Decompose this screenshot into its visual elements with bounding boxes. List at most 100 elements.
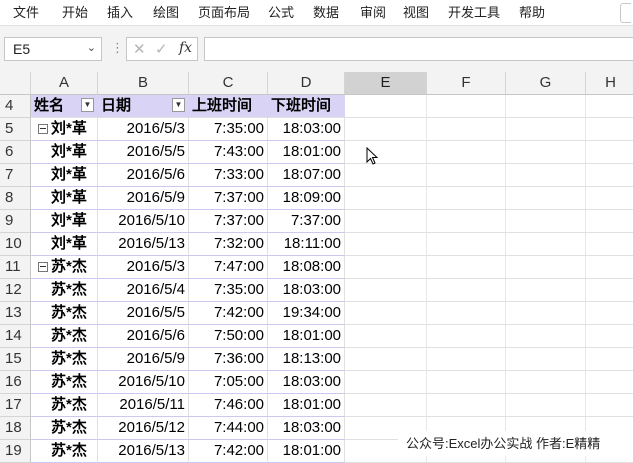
table-cell-name[interactable]: 苏*杰 [31,417,98,440]
cell-empty[interactable] [506,325,586,348]
cell-empty[interactable] [345,233,427,256]
select-all-corner[interactable] [0,72,31,95]
cell-empty[interactable] [345,187,427,210]
cell-empty[interactable] [427,187,506,210]
tab-formulas[interactable]: 公式 [268,0,294,25]
table-cell-date[interactable]: 2016/5/9 [98,187,189,210]
cell-empty[interactable] [586,233,633,256]
cell-empty[interactable] [427,210,506,233]
cell-empty[interactable] [586,141,633,164]
table-cell-date[interactable]: 2016/5/6 [98,325,189,348]
cell-empty[interactable] [506,118,586,141]
cell-empty[interactable] [345,371,427,394]
column-header-d[interactable]: D [268,72,345,95]
table-cell-date[interactable]: 2016/5/12 [98,417,189,440]
table-cell-end[interactable]: 7:37:00 [268,210,345,233]
cell-empty[interactable] [427,95,506,118]
table-cell-date[interactable]: 2016/5/13 [98,440,189,463]
cell-empty[interactable] [427,371,506,394]
row-header[interactable]: 13 [0,302,31,325]
table-cell-start[interactable]: 7:50:00 [189,325,268,348]
table-cell-end[interactable]: 18:03:00 [268,417,345,440]
table-cell-date[interactable]: 2016/5/9 [98,348,189,371]
cell-empty[interactable] [506,233,586,256]
cell-empty[interactable] [586,187,633,210]
row-header[interactable]: 19 [0,440,31,463]
formula-input[interactable] [204,37,633,61]
tab-draw[interactable]: 绘图 [153,0,179,25]
table-header-cell[interactable]: 日期 ▼ [98,95,189,118]
row-header[interactable]: 4 [0,95,31,118]
table-cell-end[interactable]: 18:03:00 [268,279,345,302]
tab-review[interactable]: 审阅 [360,0,386,25]
row-header[interactable]: 8 [0,187,31,210]
filter-dropdown-icon[interactable]: ▼ [172,98,185,112]
table-header-cell[interactable]: 下班时间 [268,95,345,118]
table-cell-date[interactable]: 2016/5/5 [98,302,189,325]
table-cell-name[interactable]: 苏*杰 [31,256,98,279]
table-cell-name[interactable]: 苏*杰 [31,394,98,417]
tab-help[interactable]: 帮助 [519,0,545,25]
cell-empty[interactable] [506,164,586,187]
column-header-a[interactable]: A [31,72,98,95]
table-cell-name[interactable]: 刘*革 [31,210,98,233]
table-cell-start[interactable]: 7:47:00 [189,256,268,279]
cell-empty[interactable] [345,279,427,302]
table-cell-end[interactable]: 18:07:00 [268,164,345,187]
cell-empty[interactable] [427,279,506,302]
table-cell-name[interactable]: 刘*革 [31,118,98,141]
collapse-icon[interactable] [38,124,48,134]
table-cell-name[interactable]: 苏*杰 [31,279,98,302]
table-cell-end[interactable]: 18:09:00 [268,187,345,210]
table-header-cell[interactable]: 姓名 ▼ [31,95,98,118]
column-header-f[interactable]: F [427,72,506,95]
table-cell-end[interactable]: 18:01:00 [268,440,345,463]
collapse-icon[interactable] [38,262,48,272]
cell-empty[interactable] [586,118,633,141]
row-header[interactable]: 17 [0,394,31,417]
table-cell-end[interactable]: 18:01:00 [268,325,345,348]
chevron-down-icon[interactable]: ⌄ [87,41,96,54]
cell-empty[interactable] [586,348,633,371]
cell-empty[interactable] [586,256,633,279]
table-cell-date[interactable]: 2016/5/10 [98,371,189,394]
table-cell-name[interactable]: 刘*革 [31,233,98,256]
cell-empty[interactable] [506,187,586,210]
row-header[interactable]: 10 [0,233,31,256]
cell-empty[interactable] [345,118,427,141]
fx-icon[interactable]: fx [179,40,192,56]
table-cell-date[interactable]: 2016/5/4 [98,279,189,302]
table-header-cell[interactable]: 上班时间 [189,95,268,118]
cell-empty[interactable] [427,348,506,371]
table-cell-start[interactable]: 7:46:00 [189,394,268,417]
cell-empty[interactable] [506,210,586,233]
table-cell-start[interactable]: 7:37:00 [189,210,268,233]
table-cell-name[interactable]: 苏*杰 [31,440,98,463]
vertical-dots-icon[interactable]: ⋮ [111,40,124,56]
cell-empty[interactable] [586,371,633,394]
table-cell-start[interactable]: 7:35:00 [189,118,268,141]
table-cell-name[interactable]: 刘*革 [31,187,98,210]
table-cell-start[interactable]: 7:42:00 [189,440,268,463]
cell-empty[interactable] [586,95,633,118]
cell-empty[interactable] [345,95,427,118]
cell-empty[interactable] [586,302,633,325]
row-header[interactable]: 18 [0,417,31,440]
cell-empty[interactable] [427,256,506,279]
cell-empty[interactable] [586,279,633,302]
table-cell-date[interactable]: 2016/5/10 [98,210,189,233]
cell-empty[interactable] [506,95,586,118]
table-cell-date[interactable]: 2016/5/5 [98,141,189,164]
table-cell-end[interactable]: 18:11:00 [268,233,345,256]
row-header[interactable]: 14 [0,325,31,348]
table-cell-start[interactable]: 7:35:00 [189,279,268,302]
table-cell-start[interactable]: 7:05:00 [189,371,268,394]
cell-empty[interactable] [345,256,427,279]
cell-empty[interactable] [506,256,586,279]
table-cell-end[interactable]: 18:03:00 [268,371,345,394]
table-cell-name[interactable]: 苏*杰 [31,371,98,394]
table-cell-end[interactable]: 18:03:00 [268,118,345,141]
cell-empty[interactable] [345,164,427,187]
cell-empty[interactable] [427,302,506,325]
table-cell-start[interactable]: 7:44:00 [189,417,268,440]
